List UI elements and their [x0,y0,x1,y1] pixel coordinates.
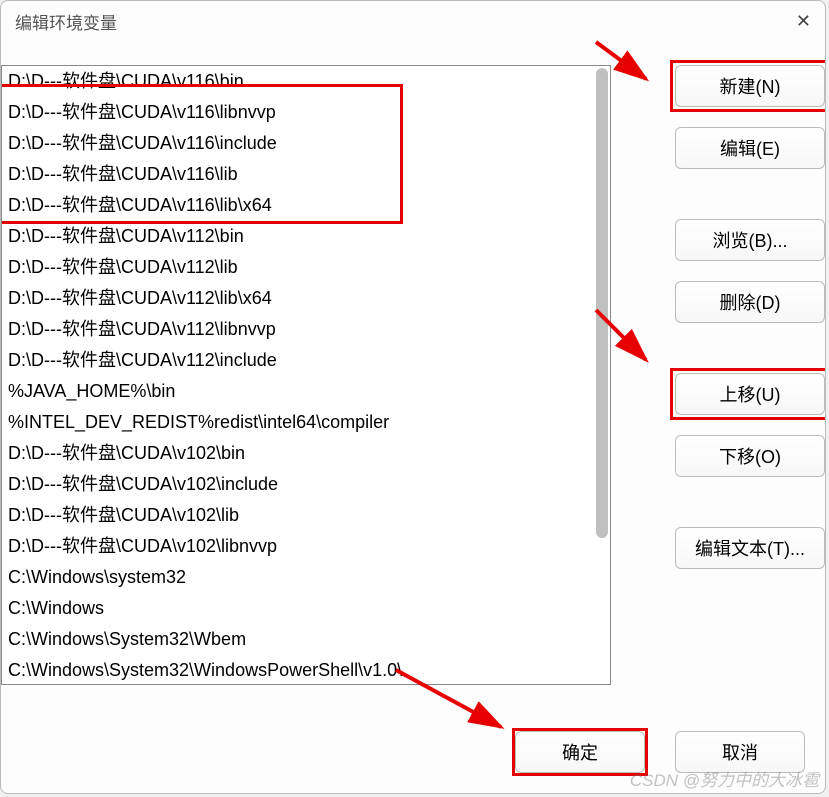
list-item[interactable]: D:\D---软件盘\CUDA\v116\libnvvp [2,97,610,128]
list-item[interactable]: D:\D---软件盘\CUDA\v112\bin [2,221,610,252]
list-item[interactable]: D:\D---软件盘\CUDA\v102\bin [2,438,610,469]
list-item[interactable]: C:\Windows\system32 [2,562,610,593]
list-item[interactable]: %INTEL_DEV_REDIST%redist\intel64\compile… [2,407,610,438]
list-item[interactable]: D:\D---软件盘\CUDA\v112\lib\x64 [2,283,610,314]
list-item[interactable]: D:\D---软件盘\CUDA\v102\include [2,469,610,500]
list-item[interactable]: D:\D---软件盘\CUDA\v116\lib\x64 [2,190,610,221]
button-column: 新建(N) 编辑(E) 浏览(B)... 删除(D) 上移(U) 下移(O) 编… [675,65,825,589]
browse-button[interactable]: 浏览(B)... [675,219,825,261]
edit-text-button[interactable]: 编辑文本(T)... [675,527,825,569]
move-up-button[interactable]: 上移(U) [675,373,825,415]
list-item[interactable]: D:\D---软件盘\CUDA\v112\include [2,345,610,376]
list-item[interactable]: D:\D---软件盘\CUDA\v116\lib [2,159,610,190]
new-button[interactable]: 新建(N) [675,65,825,107]
list-item[interactable]: C:\Windows [2,593,610,624]
list-item[interactable]: D:\D---软件盘\CUDA\v112\libnvvp [2,314,610,345]
path-listbox[interactable]: D:\D---软件盘\CUDA\v116\bin D:\D---软件盘\CUDA… [1,65,611,685]
edit-button[interactable]: 编辑(E) [675,127,825,169]
move-down-button[interactable]: 下移(O) [675,435,825,477]
list-item[interactable]: C:\Windows\System32\WindowsPowerShell\v1… [2,655,610,685]
list-item[interactable]: D:\D---软件盘\CUDA\v102\libnvvp [2,531,610,562]
close-icon[interactable]: ✕ [796,11,811,32]
dialog-window: 编辑环境变量 ✕ D:\D---软件盘\CUDA\v116\bin D:\D--… [0,0,826,794]
list-item[interactable]: D:\D---软件盘\CUDA\v116\bin [2,66,610,97]
scrollbar-thumb[interactable] [596,68,608,538]
list-item[interactable]: D:\D---软件盘\CUDA\v112\lib [2,252,610,283]
watermark: CSDN @努力中的大冰雹 [630,766,819,791]
delete-button[interactable]: 删除(D) [675,281,825,323]
list-item[interactable]: C:\Windows\System32\Wbem [2,624,610,655]
list-item[interactable]: D:\D---软件盘\CUDA\v116\include [2,128,610,159]
window-title: 编辑环境变量 [15,9,117,34]
titlebar: 编辑环境变量 ✕ [1,1,825,41]
list-item[interactable]: D:\D---软件盘\CUDA\v102\lib [2,500,610,531]
ok-button[interactable]: 确定 [515,731,645,773]
list-item[interactable]: %JAVA_HOME%\bin [2,376,610,407]
dialog-content: D:\D---软件盘\CUDA\v116\bin D:\D---软件盘\CUDA… [1,45,825,793]
